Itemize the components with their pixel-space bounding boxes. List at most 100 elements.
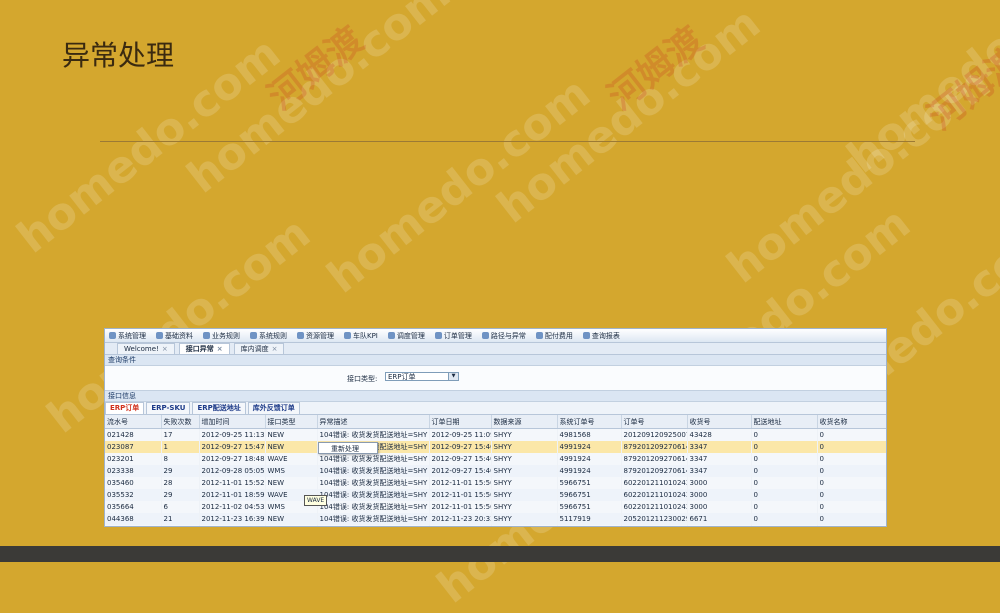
table-row[interactable]: 023338 29 2012-09-28 05:05 WMS 104错误: 收货发货配送… — [105, 465, 886, 477]
exception-table: 流水号 失败次数 增加时间 接口类型 异常描述 订单日期 数据来源 系统订单号 … — [105, 415, 886, 526]
table-row[interactable]: 02308712012-09-27 15:47NEW104错误: 收货发货配送地… — [105, 441, 886, 453]
table-cell: 2012-09-28 05:05 — [199, 465, 266, 477]
table-cell: 29 — [161, 489, 200, 501]
folder-icon — [481, 332, 489, 339]
column-header[interactable]: 流水号 — [105, 415, 162, 429]
info-panel-header[interactable]: 接口信息 — [105, 391, 886, 402]
column-header[interactable]: 配送地址 — [751, 415, 818, 429]
tab-warehouse-dispatch[interactable]: 库内调度 × — [233, 343, 285, 354]
table-cell: NEW — [265, 513, 318, 525]
table-cell: 035664 — [105, 501, 162, 513]
table-cell: 2012-12-14 11:00 — [429, 525, 492, 526]
menu-item-reports[interactable]: 查询报表 — [581, 331, 626, 341]
table-cell: 023087 — [105, 441, 162, 453]
table-cell: 021428 — [105, 428, 162, 441]
table-cell: 68167 — [687, 525, 752, 526]
table-cell: 0 — [817, 453, 886, 465]
table-cell: 0 — [751, 441, 818, 453]
column-header[interactable]: 失败次数 — [161, 415, 200, 429]
menu-item-orders[interactable]: 订单管理 — [433, 331, 478, 341]
table-cell: 2012-11-23 16:39 — [199, 513, 266, 525]
menu-item-dispatch[interactable]: 调度管理 — [386, 331, 431, 341]
table-row[interactable]: 035664 6 2012-11-02 04:53 WMS 104错误: 收货发货配送地… — [105, 501, 886, 513]
footer-bar — [0, 546, 1000, 562]
column-header[interactable]: 异常描述 — [317, 415, 430, 429]
menu-item-route-exception[interactable]: 路径与异常 — [480, 331, 532, 341]
table-cell: 0 — [751, 489, 818, 501]
table-cell: 023338 — [105, 465, 162, 477]
table-row[interactable]: 021428 17 2012-09-25 11:13 NEW 104错误: 收货发货配送… — [105, 428, 886, 441]
table-cell: SHYY — [491, 441, 558, 453]
table-cell: 2012-11-02 04:53 — [199, 501, 266, 513]
close-icon[interactable]: × — [272, 345, 278, 353]
table-row[interactable]: 044368 21 2012-11-23 16:39 NEW 104错误: 收货发货配送… — [105, 513, 886, 525]
menu-item-basic-data[interactable]: 基础资料 — [154, 331, 199, 341]
watermark: 河姆渡 — [920, 39, 1000, 139]
table-cell: 3347 — [687, 453, 752, 465]
table-cell: 104错误: 收货发货配送地址=SHY — [317, 489, 430, 501]
column-header[interactable]: 订单日期 — [429, 415, 492, 429]
table-cell: 2012-09-27 15:40 — [429, 453, 492, 465]
column-header[interactable]: 增加时间 — [199, 415, 266, 429]
table-cell: 2012-11-01 15:50 — [429, 477, 492, 489]
table-cell: 104错误: 收货发货配送地址=SHY — [317, 465, 430, 477]
table-cell: 023201 — [105, 453, 162, 465]
column-header[interactable]: 收货号 — [687, 415, 752, 429]
table-row[interactable]: 035532 29 2012-11-01 18:59 WAVE 104错误: 收货发货配… — [105, 489, 886, 501]
tab-interface-exception[interactable]: 接口异常 × — [178, 343, 230, 354]
tab-label: Welcome! — [124, 345, 159, 353]
subtab-erp-sku[interactable]: ERP-SKU — [146, 402, 191, 414]
tab-welcome[interactable]: Welcome! × — [117, 343, 175, 354]
table-row[interactable]: 05799492012-12-14 11:56WAVE902包装号为空WALL2… — [105, 525, 886, 526]
folder-icon — [156, 332, 163, 339]
table-cell: 4991924 — [557, 453, 622, 465]
watermark: homedo.com — [837, 0, 1000, 184]
column-header[interactable]: 接口类型 — [265, 415, 318, 429]
menu-label: 资源管理 — [306, 331, 334, 340]
close-icon[interactable]: × — [217, 345, 223, 353]
menu-item-fleet-kpi[interactable]: 车队KPI — [342, 331, 384, 341]
table-cell: 0 — [751, 465, 818, 477]
column-header[interactable]: 收货名称 — [817, 415, 886, 429]
menu-item-resources[interactable]: 资源管理 — [295, 331, 340, 341]
divider — [100, 141, 915, 142]
subtab-erp-address[interactable]: ERP配送地址 — [192, 402, 246, 414]
table-cell: 0 — [751, 501, 818, 513]
table-cell: 2012-11-01 15:50 — [429, 489, 492, 501]
menu-label: 业务规则 — [212, 331, 240, 340]
table-cell: 0 — [817, 441, 886, 453]
column-header[interactable]: 数据来源 — [491, 415, 558, 429]
table-cell: 2012-11-01 15:52 — [199, 477, 266, 489]
table-cell: 2012-09-25 11:13 — [199, 428, 266, 441]
table-row[interactable]: 023201 8 2012-09-27 18:48 WAVE 104错误: 收货发货配送… — [105, 453, 886, 465]
query-panel-header[interactable]: 查询条件 — [105, 355, 886, 366]
context-menu-reprocess[interactable]: 重新处理 — [318, 442, 378, 454]
subtab-erp-order[interactable]: ERP订单 — [105, 402, 145, 414]
menu-item-business-rules[interactable]: 业务规则 — [201, 331, 246, 341]
menu-label: 路径与异常 — [490, 331, 526, 340]
table-cell: 0 — [751, 428, 818, 441]
table-row[interactable]: 035460 28 2012-11-01 15:52 NEW 104错误: 收货发货配送… — [105, 477, 886, 489]
table-cell: SHYY — [491, 513, 558, 525]
table-header-row: 流水号 失败次数 增加时间 接口类型 异常描述 订单日期 数据来源 系统订单号 … — [105, 415, 886, 429]
menu-item-system-rules[interactable]: 系统规则 — [248, 331, 293, 341]
interface-type-select[interactable]: ERP订单 ▼ — [385, 372, 459, 381]
table-cell: 0 — [817, 513, 886, 525]
table-cell: 879201209270614 — [621, 453, 688, 465]
subtab-feedback-order[interactable]: 库外反馈订单 — [247, 402, 300, 414]
menu-item-fees[interactable]: 配付费用 — [534, 331, 579, 341]
tab-label: 接口异常 — [185, 345, 214, 353]
table-cell: 1 — [161, 441, 200, 453]
watermark: homedo.com — [487, 0, 770, 234]
table-cell: SHYY — [491, 477, 558, 489]
table-cell: 879201209270614 — [621, 465, 688, 477]
close-icon[interactable]: × — [162, 345, 168, 353]
table-cell: 6 — [161, 501, 200, 513]
menu-label: 调度管理 — [396, 331, 425, 340]
table-cell: WAVE — [265, 453, 318, 465]
column-header[interactable]: 订单号 — [621, 415, 688, 429]
menu-item-system[interactable]: 系统管理 — [107, 331, 152, 341]
table-cell: 3000 — [687, 477, 752, 489]
folder-icon — [434, 332, 442, 339]
column-header[interactable]: 系统订单号 — [557, 415, 622, 429]
